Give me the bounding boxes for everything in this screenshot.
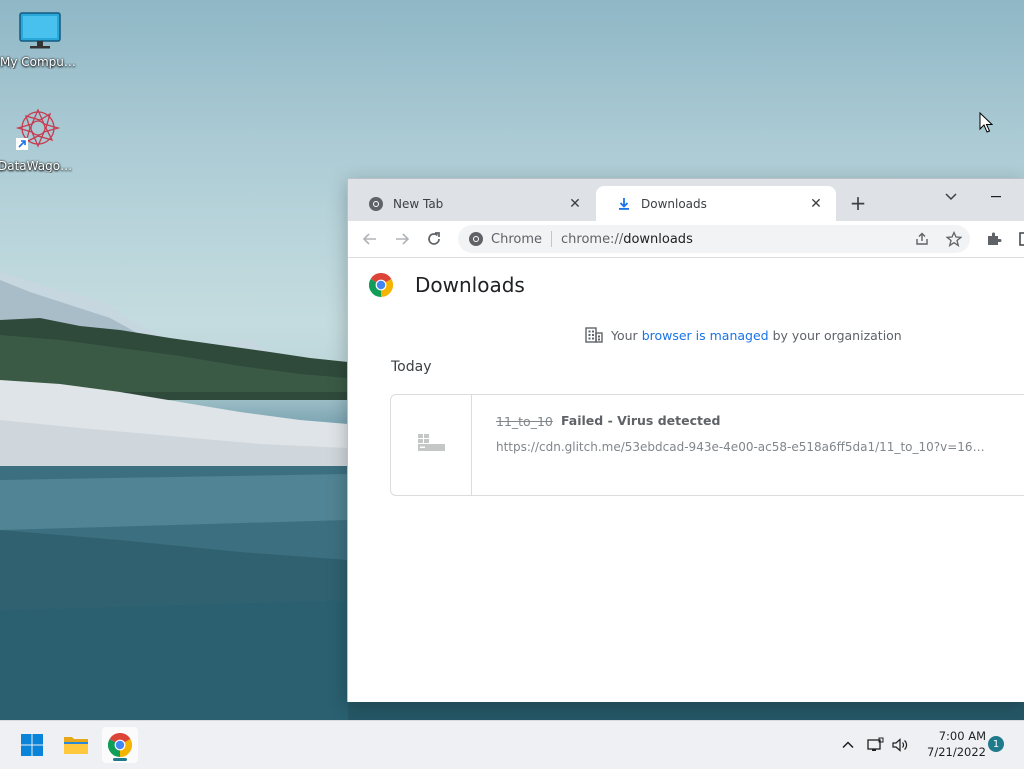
tab-downloads[interactable]: Downloads ✕ <box>596 186 836 221</box>
chrome-icon <box>369 196 383 211</box>
downloads-page: Downloads Your browser is managed by you… <box>348 258 1024 702</box>
notification-badge[interactable]: 1 <box>988 736 1004 752</box>
arrow-left-icon <box>362 233 376 245</box>
share-icon[interactable] <box>914 231 930 247</box>
close-icon[interactable]: ✕ <box>567 196 583 212</box>
show-hidden-icons-button[interactable] <box>836 733 860 757</box>
download-icon-column <box>391 395 472 495</box>
arrow-right-icon <box>396 233 410 245</box>
browser-toolbar: Chrome chrome://downloads <box>348 221 1024 258</box>
minimize-icon <box>991 196 1001 198</box>
network-button[interactable] <box>863 733 887 757</box>
download-url[interactable]: https://cdn.glitch.me/53ebdcad-943e-4e00… <box>496 440 991 454</box>
new-tab-button[interactable]: + <box>846 191 870 215</box>
download-status: Failed - Virus detected <box>561 413 721 428</box>
download-icon <box>619 197 629 210</box>
url-scheme: chrome:// <box>561 231 624 247</box>
page-title: Downloads <box>415 273 525 297</box>
puzzle-icon <box>988 232 1002 245</box>
minimize-button[interactable] <box>984 185 1008 207</box>
volume-button[interactable] <box>888 733 912 757</box>
reload-icon <box>428 232 440 245</box>
desktop-icon-label: DataWagon... <box>0 159 78 173</box>
file-explorer-icon <box>64 737 88 754</box>
speaker-icon <box>892 738 908 752</box>
chevron-down-icon <box>945 193 957 201</box>
managed-notice: Your browser is managed by your organiza… <box>585 327 902 343</box>
taskbar-chrome[interactable] <box>102 727 138 763</box>
omnibox-divider <box>551 231 552 247</box>
close-icon[interactable]: ✕ <box>808 196 824 212</box>
clock-time: 7:00 AM <box>938 729 986 743</box>
download-item: 11_to_10 Failed - Virus detected https:/… <box>390 394 1024 496</box>
taskbar: 7:00 AM 7/21/2022 <box>0 720 1024 769</box>
running-indicator <box>113 758 127 761</box>
address-bar[interactable]: Chrome chrome://downloads <box>458 225 970 253</box>
managed-notice-prefix: Your <box>611 327 638 343</box>
extensions-button[interactable] <box>982 227 1006 251</box>
system-clock[interactable]: 7:00 AM 7/21/2022 <box>916 728 986 760</box>
back-button[interactable] <box>358 227 382 251</box>
chevron-up-icon <box>842 741 854 749</box>
network-icon <box>867 737 884 751</box>
taskbar-file-explorer[interactable] <box>58 727 94 763</box>
clock-date: 7/21/2022 <box>927 745 986 759</box>
start-button[interactable] <box>14 727 50 763</box>
tab-strip: New Tab ✕ Downloads ✕ + <box>348 179 1024 221</box>
tab-new-tab[interactable]: New Tab ✕ <box>348 186 595 221</box>
reload-button[interactable] <box>422 227 446 251</box>
desktop-icon-my-computer[interactable]: My Computer <box>0 12 80 69</box>
forward-button[interactable] <box>390 227 414 251</box>
monitor-icon <box>19 12 61 49</box>
desktop-icon-datawagon[interactable]: DataWagon... <box>0 106 78 173</box>
mouse-cursor-icon <box>979 112 993 133</box>
datawagon-app-icon <box>15 108 61 150</box>
chrome-icon <box>469 232 483 246</box>
chrome-window: New Tab ✕ Downloads ✕ + Chrome chrome://… <box>347 178 1024 702</box>
star-icon[interactable] <box>946 231 962 247</box>
tab-title: Downloads <box>641 196 707 211</box>
desktop-icon-label: My Computer <box>0 55 80 69</box>
building-icon <box>585 327 603 343</box>
side-panel-icon <box>1019 232 1024 246</box>
managed-notice-suffix: by your organization <box>772 327 902 343</box>
chrome-logo-icon <box>369 273 393 297</box>
tab-search-button[interactable] <box>940 185 962 207</box>
tab-title: New Tab <box>393 196 444 211</box>
chrome-icon <box>108 733 132 757</box>
file-icon <box>418 434 445 451</box>
managed-link[interactable]: browser is managed <box>642 328 769 343</box>
side-panel-button[interactable] <box>1012 227 1024 251</box>
date-heading: Today <box>391 359 432 375</box>
url-host: downloads <box>623 231 693 247</box>
start-icon <box>21 734 43 756</box>
download-file-name: 11_to_10 <box>496 414 553 429</box>
site-chip: Chrome <box>491 231 542 247</box>
